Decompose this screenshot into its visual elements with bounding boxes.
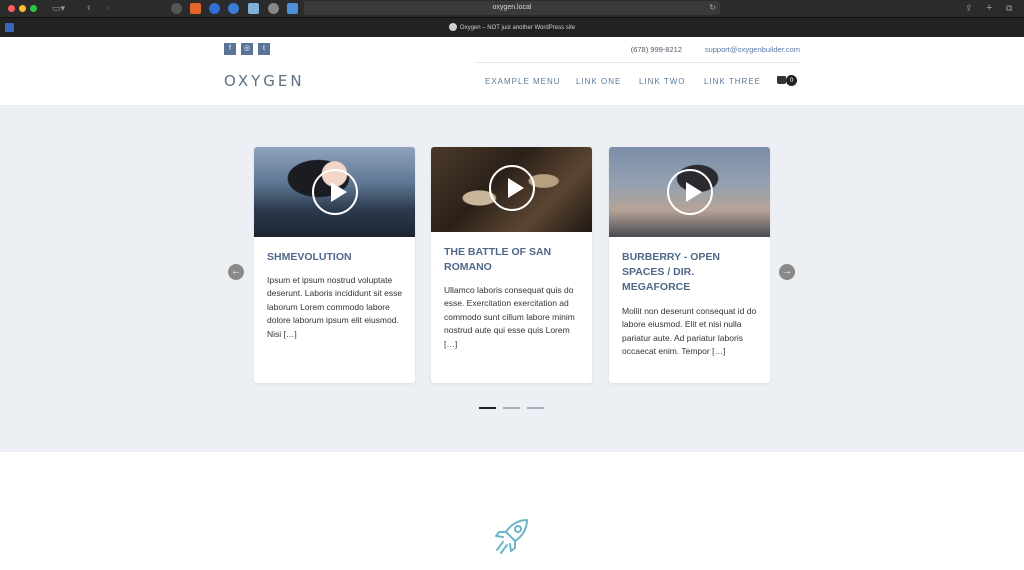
active-tab[interactable]: Oxygen – NOT just another WordPress site	[0, 18, 1024, 38]
video-thumbnail[interactable]	[254, 147, 415, 237]
pagination-dot[interactable]	[503, 407, 520, 409]
site-logo[interactable]: OXYGEN	[224, 72, 305, 90]
slider-next-button[interactable]: →	[779, 264, 795, 280]
email-link[interactable]: support@oxygenbuilder.com	[705, 45, 800, 54]
address-bar[interactable]: oxygen.local ↻	[304, 1, 720, 15]
card-title[interactable]: SHMEVOLUTION	[267, 250, 407, 265]
shopping-bag-icon	[777, 76, 786, 84]
back-icon[interactable]: ‹	[87, 3, 91, 14]
pagination-dot[interactable]	[527, 407, 544, 409]
card-excerpt: Ullamco laboris consequat quis do esse. …	[444, 285, 575, 349]
slider-prev-button[interactable]: ←	[228, 264, 244, 280]
privacy-extension-icon[interactable]	[171, 3, 182, 14]
twitter-icon[interactable]: t	[258, 43, 270, 55]
cart-count-badge: 0	[786, 75, 797, 86]
browser-toolbar: ▭▾ ‹ › oxygen.local ↻ ⇪ + ⧉	[0, 0, 1024, 17]
extension-icon[interactable]	[228, 3, 239, 14]
tab-bar: Oxygen – NOT just another WordPress site	[0, 17, 1024, 37]
video-thumbnail[interactable]	[431, 147, 592, 232]
phone-number: (678) 999-8212	[630, 45, 682, 54]
web-page: f ◎ t (678) 999-8212 support@oxygenbuild…	[0, 37, 1024, 570]
nav-link-two[interactable]: LINK TWO	[639, 77, 686, 86]
card-excerpt: Mollit non deserunt consequat id do labo…	[622, 306, 757, 357]
password-extension-icon[interactable]	[209, 3, 220, 14]
card-excerpt: Ipsum et ipsum nostrud voluptate deserun…	[267, 275, 403, 339]
share-icon[interactable]: ⇪	[965, 3, 973, 14]
url-text: oxygen.local	[492, 4, 532, 11]
card-title[interactable]: BURBERRY - OPEN SPACES / DIR. MEGAFORCE	[622, 250, 762, 295]
nav-link-example-menu[interactable]: EXAMPLE MENU	[485, 77, 561, 86]
video-card[interactable]: BURBERRY - OPEN SPACES / DIR. MEGAFORCE …	[609, 147, 770, 383]
new-tab-icon[interactable]: +	[986, 3, 992, 14]
play-icon[interactable]	[489, 165, 535, 211]
close-window-button[interactable]	[8, 5, 15, 12]
cart-button[interactable]: 0	[777, 75, 799, 87]
instagram-icon[interactable]: ◎	[241, 43, 253, 55]
video-card[interactable]: THE BATTLE OF SAN ROMANO Ullamco laboris…	[431, 147, 592, 383]
forward-icon[interactable]: ›	[106, 3, 110, 14]
extension-icon[interactable]	[287, 3, 298, 14]
sidebar-icon[interactable]: ▭▾	[52, 3, 65, 14]
zoom-window-button[interactable]	[30, 5, 37, 12]
play-icon[interactable]	[667, 169, 713, 215]
extension-icon[interactable]	[248, 3, 259, 14]
wordpress-icon	[448, 23, 457, 32]
reload-icon[interactable]: ↻	[709, 1, 716, 15]
play-icon[interactable]	[312, 169, 358, 215]
minimize-window-button[interactable]	[19, 5, 26, 12]
tab-overview-icon[interactable]: ⧉	[1006, 3, 1012, 14]
extension-icon[interactable]	[190, 3, 201, 14]
pagination-dot[interactable]	[479, 407, 496, 409]
tab-title: Oxygen – NOT just another WordPress site	[459, 25, 576, 31]
nav-link-three[interactable]: LINK THREE	[704, 77, 761, 86]
video-card[interactable]: SHMEVOLUTION Ipsum et ipsum nostrud volu…	[254, 147, 415, 383]
rocket-icon	[495, 519, 528, 554]
divider	[475, 62, 800, 63]
card-title[interactable]: THE BATTLE OF SAN ROMANO	[444, 245, 584, 275]
video-slider: ← → SHMEVOLUTION Ipsum et ipsum nostrud …	[0, 107, 1024, 452]
nav-link-one[interactable]: LINK ONE	[576, 77, 621, 86]
video-thumbnail[interactable]	[609, 147, 770, 237]
top-bar: f ◎ t (678) 999-8212 support@oxygenbuild…	[224, 43, 800, 57]
extension-icon[interactable]	[268, 3, 279, 14]
facebook-icon[interactable]: f	[224, 43, 236, 55]
